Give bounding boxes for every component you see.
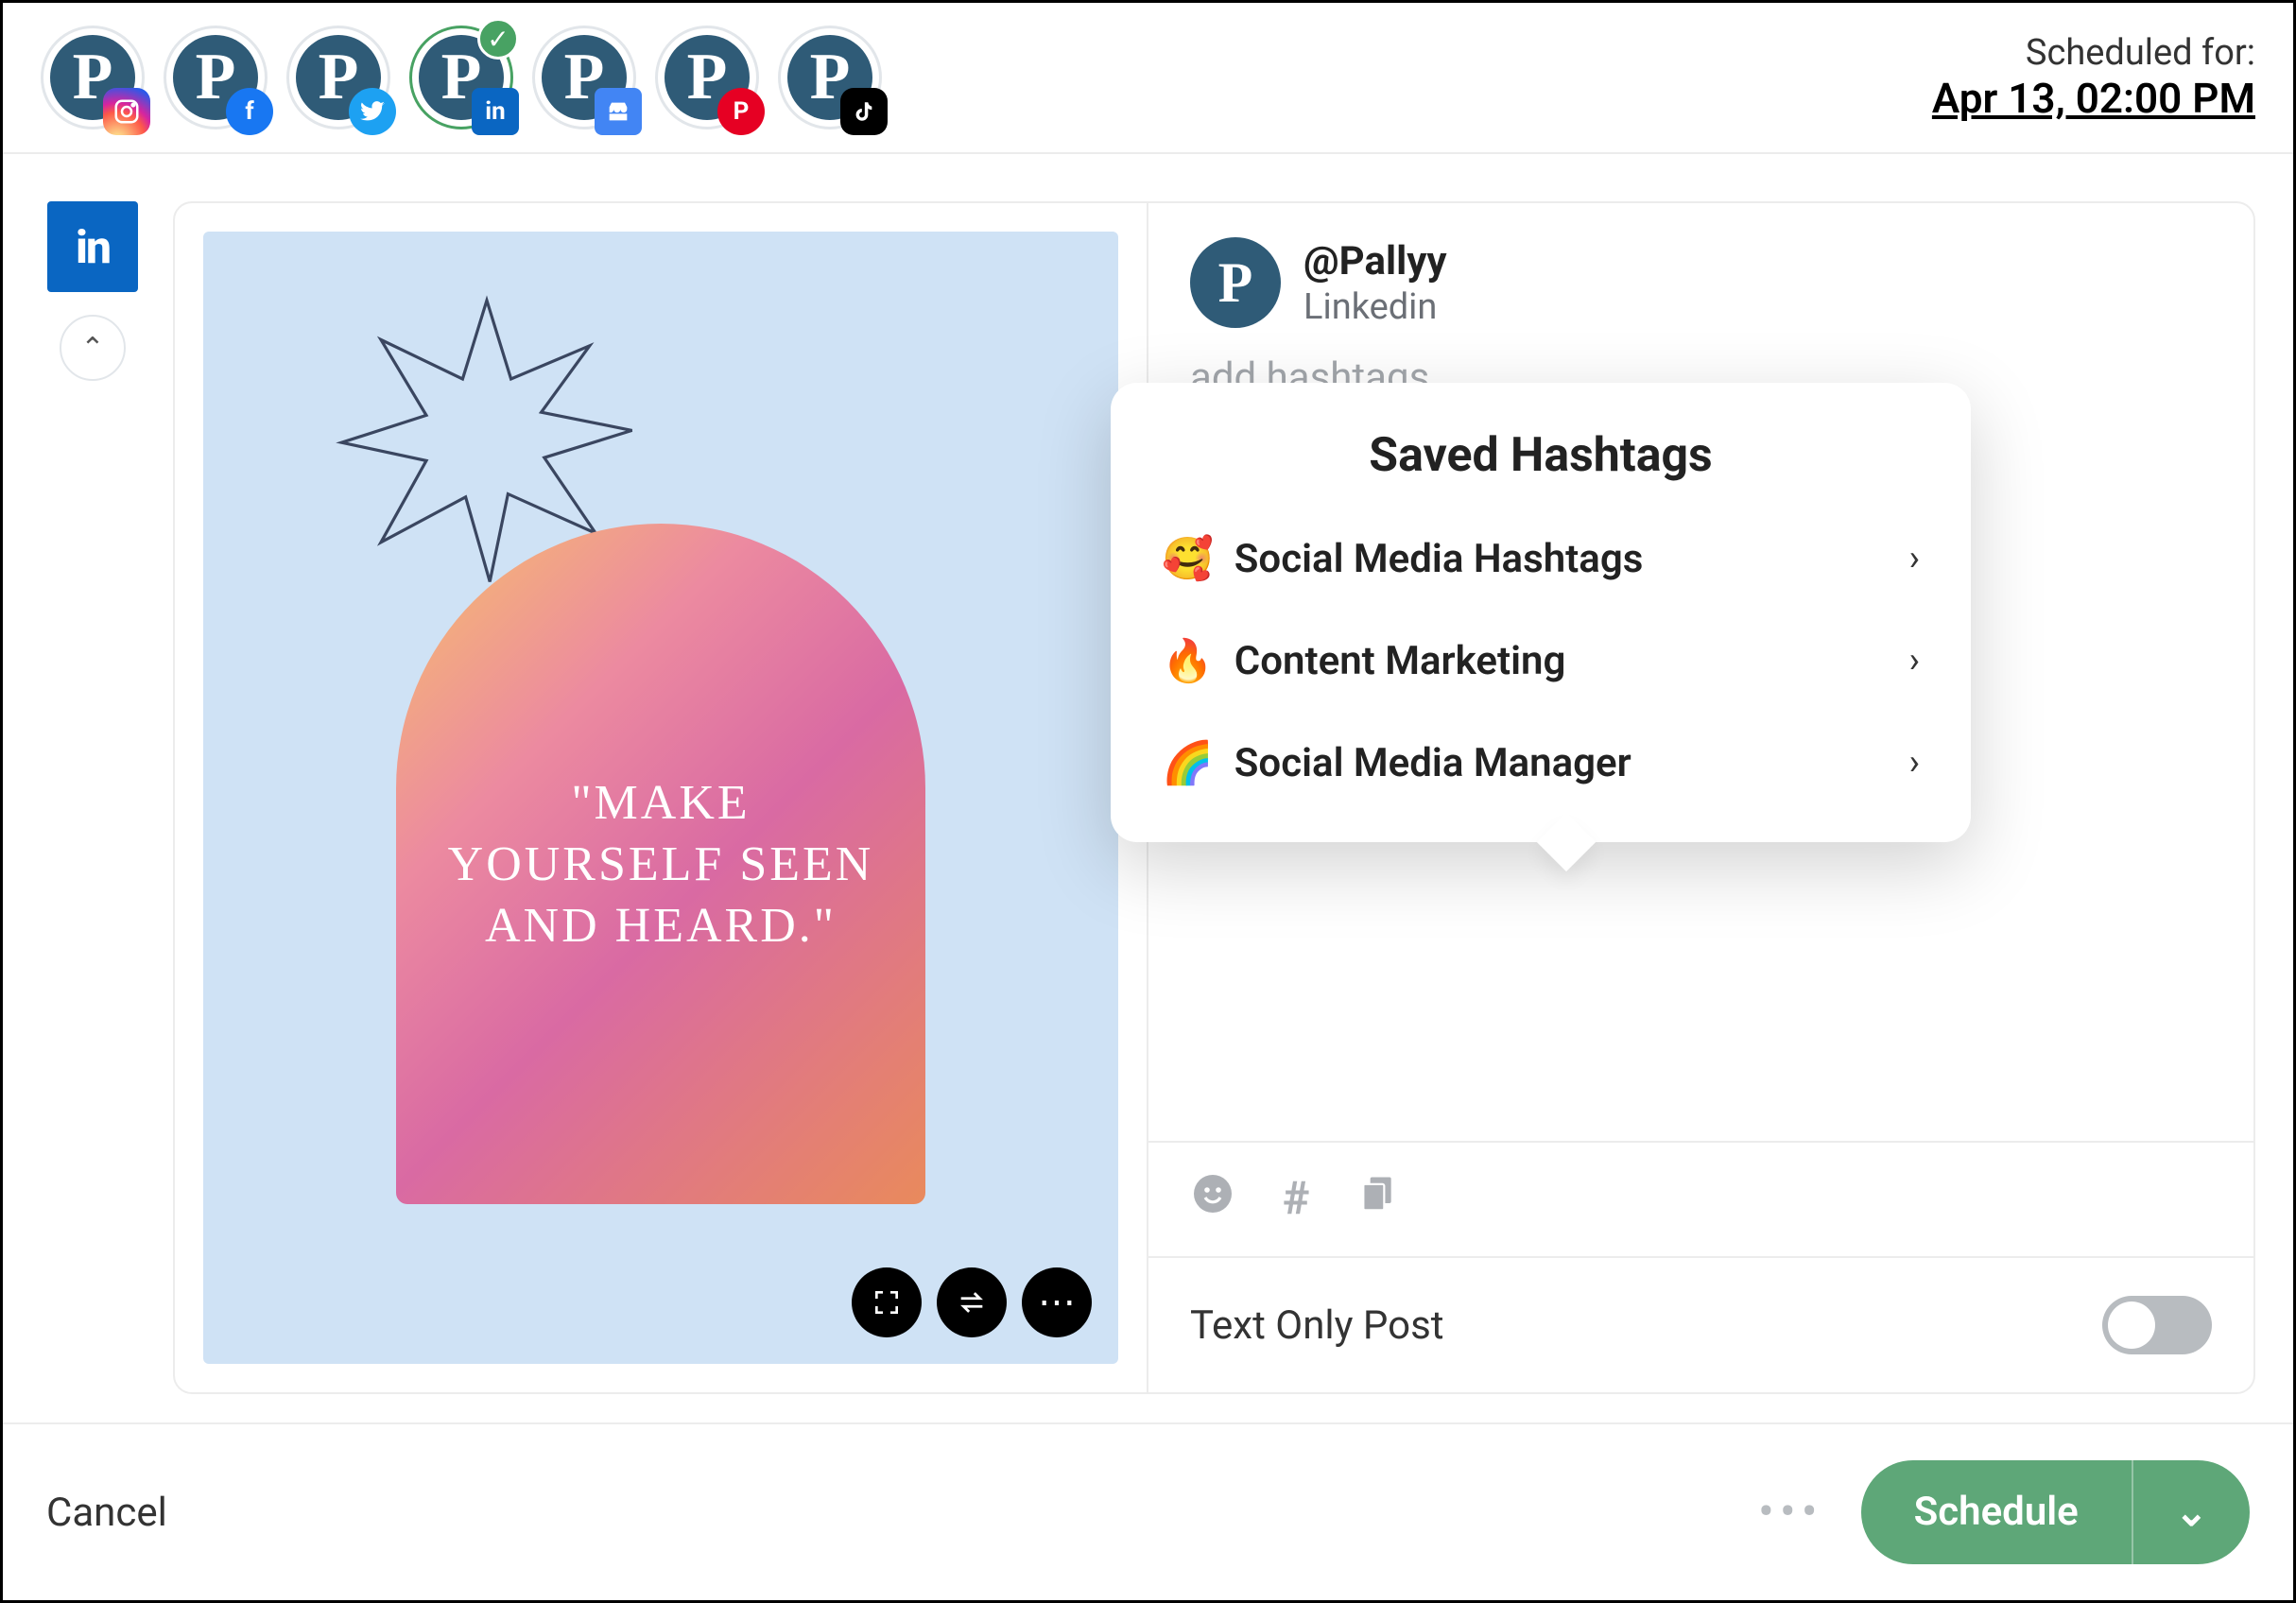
more-media-button[interactable]: ⋯ bbox=[1022, 1267, 1092, 1337]
account-network: Linkedin bbox=[1303, 286, 1447, 328]
saved-hashtags-popover: Saved Hashtags 🥰 Social Media Hashtags ›… bbox=[1111, 383, 1971, 842]
footer-actions: ••• Schedule ⌄ bbox=[1758, 1460, 2250, 1564]
linkedin-icon: in bbox=[472, 88, 519, 135]
compose-user-info: @Pallyy Linkedin bbox=[1303, 238, 1447, 328]
schedule-dropdown-button[interactable]: ⌄ bbox=[2132, 1460, 2250, 1564]
composer-footer: Cancel ••• Schedule ⌄ bbox=[3, 1422, 2293, 1600]
emoji-picker-button[interactable] bbox=[1190, 1171, 1235, 1228]
toggle-knob bbox=[2108, 1301, 2155, 1349]
facebook-icon: f bbox=[226, 88, 273, 135]
account-tiktok[interactable]: P bbox=[778, 26, 882, 129]
copy-icon bbox=[1356, 1172, 1398, 1214]
media-action-row: ⋯ bbox=[852, 1267, 1092, 1337]
account-pinterest[interactable]: P P bbox=[655, 26, 759, 129]
account-handle: @Pallyy bbox=[1303, 238, 1447, 284]
network-rail: in ⌃ bbox=[41, 201, 145, 1394]
cancel-button[interactable]: Cancel bbox=[46, 1490, 167, 1536]
fullscreen-button[interactable] bbox=[852, 1267, 922, 1337]
check-icon: ✓ bbox=[477, 18, 519, 60]
more-options-button[interactable]: ••• bbox=[1758, 1485, 1823, 1540]
smiley-icon bbox=[1190, 1171, 1235, 1216]
scheduled-label: Scheduled for: bbox=[1932, 32, 2255, 74]
fullscreen-icon bbox=[872, 1287, 902, 1318]
chevron-down-icon: ⌄ bbox=[2175, 1489, 2208, 1536]
account-facebook[interactable]: P f bbox=[164, 26, 268, 129]
brand-avatar: P bbox=[1190, 237, 1281, 328]
linkedin-tab-icon[interactable]: in bbox=[47, 201, 138, 292]
account-linkedin[interactable]: P ✓ in bbox=[409, 26, 513, 129]
ellipsis-icon: ••• bbox=[1758, 1485, 1823, 1540]
hashtag-group-label: Social Media Hashtags bbox=[1234, 536, 1644, 582]
emoji-icon: 🔥 bbox=[1162, 636, 1214, 685]
text-only-label: Text Only Post bbox=[1190, 1302, 1444, 1349]
emoji-icon: 🌈 bbox=[1162, 738, 1214, 787]
text-only-row: Text Only Post bbox=[1148, 1256, 2253, 1392]
compose-toolbar: # bbox=[1148, 1141, 2253, 1256]
account-selector-row: P P f P P ✓ in P P P bbox=[41, 26, 882, 129]
chevron-right-icon: › bbox=[1909, 538, 1920, 579]
quote-graphic: "MAKE YOURSELF SEEN AND HEARD." bbox=[396, 524, 925, 1204]
media-preview-pane: "MAKE YOURSELF SEEN AND HEARD." ⋯ bbox=[175, 203, 1148, 1392]
instagram-icon bbox=[103, 88, 150, 135]
pinterest-icon: P bbox=[717, 88, 765, 135]
hashtag-group-label: Content Marketing bbox=[1234, 638, 1566, 684]
schedule-split-button: Schedule ⌄ bbox=[1861, 1460, 2250, 1564]
hashtag-group-social-media[interactable]: 🥰 Social Media Hashtags › bbox=[1111, 508, 1971, 610]
scheduled-info: Scheduled for: Apr 13, 02:00 PM bbox=[1932, 32, 2255, 123]
quote-text: "MAKE YOURSELF SEEN AND HEARD." bbox=[396, 772, 925, 957]
twitter-icon bbox=[349, 88, 396, 135]
tiktok-icon bbox=[840, 88, 888, 135]
composer-body: in ⌃ "MAKE YOURSELF SEEN AND HEARD." bbox=[3, 154, 2293, 1422]
media-preview: "MAKE YOURSELF SEEN AND HEARD." ⋯ bbox=[203, 232, 1118, 1364]
swap-icon bbox=[956, 1286, 988, 1319]
text-only-toggle[interactable] bbox=[2102, 1296, 2212, 1354]
collapse-button[interactable]: ⌃ bbox=[60, 315, 126, 381]
hashtag-group-content-marketing[interactable]: 🔥 Content Marketing › bbox=[1111, 610, 1971, 712]
composer-header: P P f P P ✓ in P P P bbox=[3, 3, 2293, 154]
google-business-icon bbox=[595, 88, 642, 135]
chevron-right-icon: › bbox=[1909, 640, 1920, 681]
scheduled-datetime[interactable]: Apr 13, 02:00 PM bbox=[1932, 74, 2255, 123]
post-card: "MAKE YOURSELF SEEN AND HEARD." ⋯ bbox=[173, 201, 2255, 1394]
account-google[interactable]: P bbox=[532, 26, 636, 129]
schedule-button[interactable]: Schedule bbox=[1861, 1460, 2132, 1564]
hashtag-group-label: Social Media Manager bbox=[1234, 740, 1631, 786]
chevron-up-icon: ⌃ bbox=[80, 332, 104, 365]
emoji-icon: 🥰 bbox=[1162, 534, 1214, 583]
compose-header: P @Pallyy Linkedin bbox=[1148, 203, 2253, 337]
copy-caption-button[interactable] bbox=[1356, 1171, 1398, 1228]
account-instagram[interactable]: P bbox=[41, 26, 145, 129]
hashtag-picker-button[interactable]: # bbox=[1283, 1171, 1309, 1228]
popover-title: Saved Hashtags bbox=[1111, 428, 1971, 483]
account-twitter[interactable]: P bbox=[286, 26, 390, 129]
chevron-right-icon: › bbox=[1909, 742, 1920, 784]
hashtag-group-social-media-manager[interactable]: 🌈 Social Media Manager › bbox=[1111, 712, 1971, 814]
swap-media-button[interactable] bbox=[937, 1267, 1007, 1337]
